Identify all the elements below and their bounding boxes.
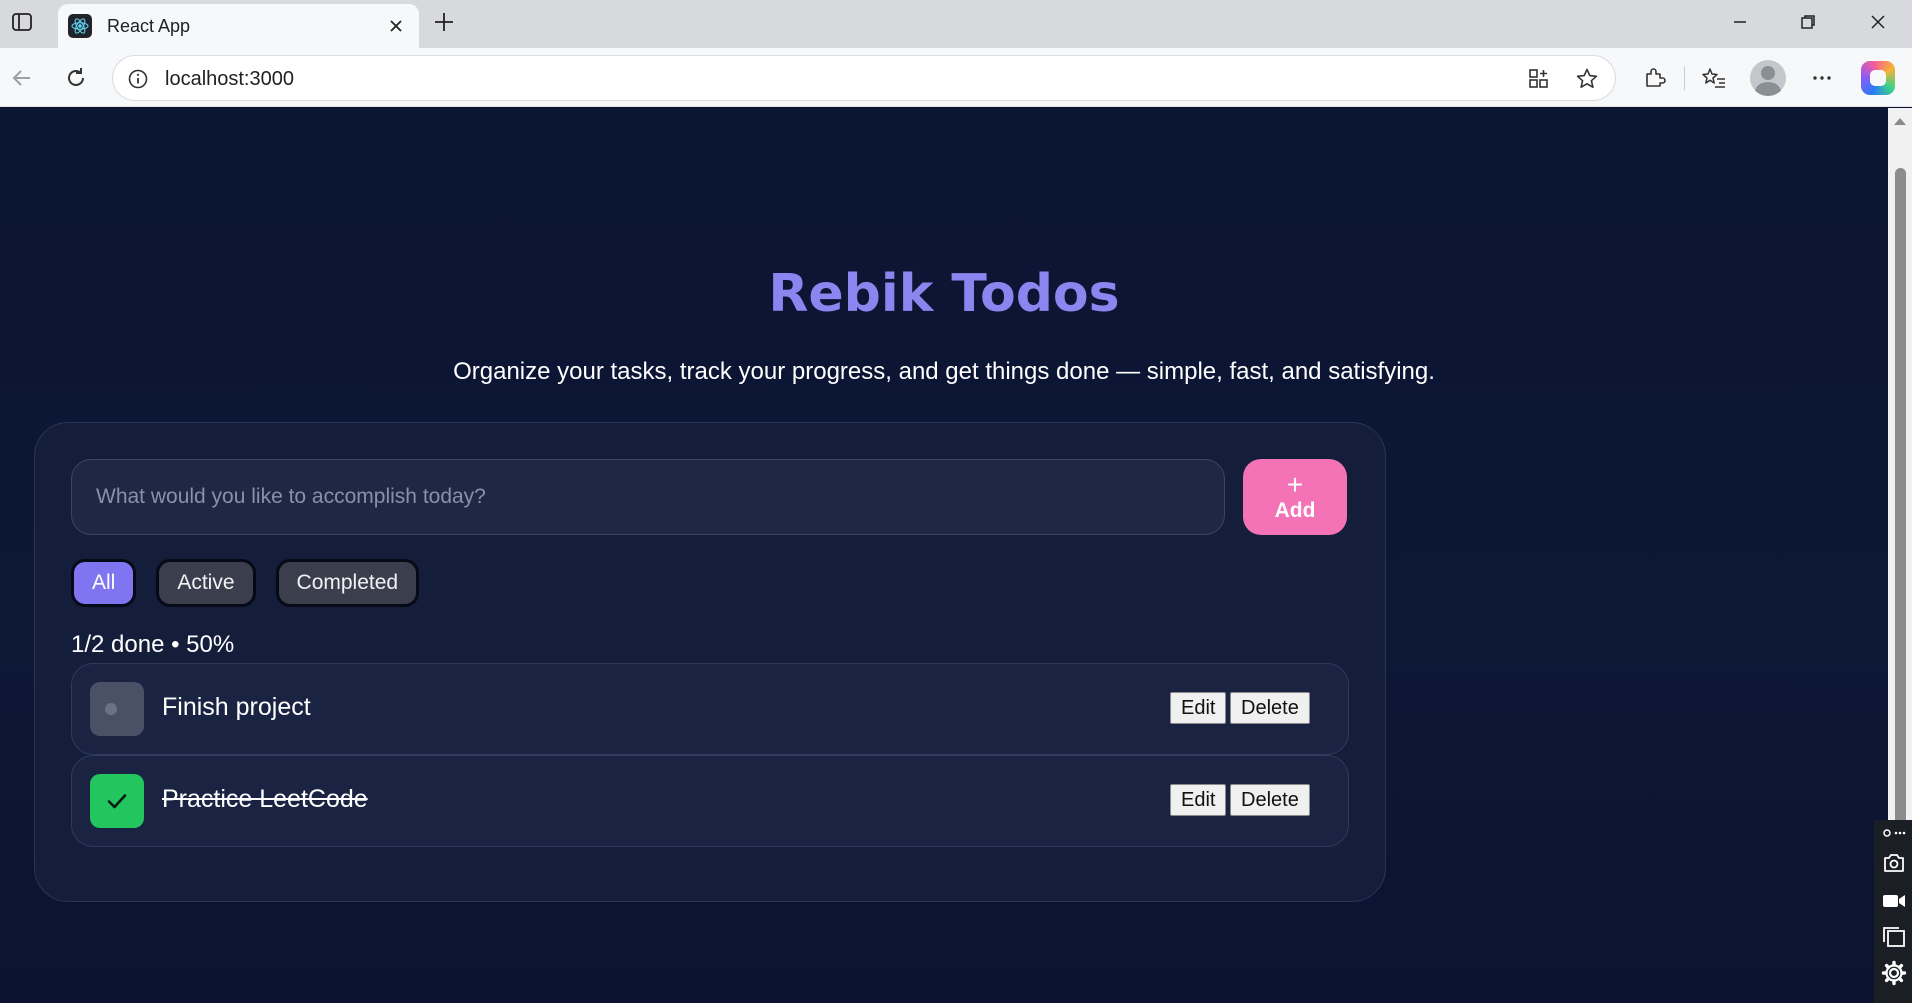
- restore-icon[interactable]: [1794, 8, 1822, 36]
- scrollbar-thumb[interactable]: [1895, 168, 1906, 928]
- progress-summary: 1/2 done • 50%: [71, 631, 235, 658]
- more-options-icon[interactable]: [1806, 62, 1838, 94]
- app-subtitle: Organize your tasks, track your progress…: [453, 358, 1435, 385]
- filter-group: All Active Completed: [71, 559, 420, 607]
- copilot-icon[interactable]: [1861, 61, 1895, 95]
- react-logo-icon: [68, 14, 92, 38]
- edit-button[interactable]: Edit: [1170, 784, 1227, 816]
- todo-text: Practice LeetCode: [162, 785, 368, 813]
- filter-all[interactable]: All: [71, 559, 137, 607]
- close-tab-icon[interactable]: [385, 15, 407, 37]
- delete-button[interactable]: Delete: [1230, 692, 1310, 724]
- browser-tab[interactable]: React App: [58, 4, 419, 48]
- capture-toolbar: [1874, 820, 1912, 1003]
- filter-active[interactable]: Active: [156, 559, 256, 607]
- extensions-icon[interactable]: [1638, 62, 1670, 94]
- todo-toggle-checkbox[interactable]: [90, 682, 144, 736]
- plus-icon: +: [1286, 469, 1304, 501]
- scroll-up-arrow-icon[interactable]: [1894, 118, 1906, 125]
- toolbar-divider: [1684, 66, 1685, 90]
- video-camera-icon[interactable]: [1881, 888, 1907, 914]
- window-capture-icon[interactable]: [1881, 924, 1907, 950]
- favorites-list-icon[interactable]: [1698, 62, 1730, 94]
- minimize-icon[interactable]: [1726, 8, 1754, 36]
- app-title: Rebik Todos: [768, 264, 1120, 324]
- camera-icon[interactable]: [1881, 850, 1907, 876]
- profile-avatar[interactable]: [1750, 60, 1786, 96]
- address-bar[interactable]: localhost:3000: [112, 55, 1616, 101]
- checkmark-icon: [107, 794, 127, 809]
- add-button-label: Add: [1274, 499, 1316, 523]
- sidebar-toggle-icon[interactable]: [8, 8, 36, 36]
- unchecked-dot-icon: [105, 703, 117, 715]
- filter-completed[interactable]: Completed: [275, 559, 420, 607]
- page-viewport: Rebik Todos Organize your tasks, track y…: [0, 108, 1888, 1003]
- close-window-icon[interactable]: [1864, 8, 1892, 36]
- edit-button[interactable]: Edit: [1170, 692, 1227, 724]
- todo-toggle-checkbox[interactable]: [90, 774, 144, 828]
- favorite-star-icon[interactable]: [1573, 65, 1601, 93]
- browser-tab-bar: React App: [0, 0, 1912, 48]
- delete-button[interactable]: Delete: [1230, 784, 1310, 816]
- new-tab-icon[interactable]: [430, 8, 458, 36]
- new-todo-input[interactable]: [71, 459, 1225, 535]
- link-more-icon[interactable]: [1881, 820, 1907, 846]
- tab-title: React App: [107, 16, 191, 36]
- reload-icon[interactable]: [60, 62, 92, 94]
- app-available-icon[interactable]: [1525, 65, 1553, 93]
- todo-item: Practice LeetCode Edit Delete: [71, 755, 1349, 847]
- browser-toolbar: localhost:3000: [0, 48, 1912, 107]
- back-arrow-icon[interactable]: [6, 62, 38, 94]
- add-button[interactable]: + Add: [1243, 459, 1347, 535]
- todo-card: + Add All Active Completed 1/2 done • 50…: [34, 422, 1386, 902]
- todo-item: Finish project Edit Delete: [71, 663, 1349, 755]
- settings-gear-icon[interactable]: [1881, 960, 1907, 986]
- todo-text: Finish project: [162, 693, 311, 721]
- url-text[interactable]: localhost:3000: [165, 68, 294, 91]
- site-info-icon[interactable]: [127, 68, 149, 90]
